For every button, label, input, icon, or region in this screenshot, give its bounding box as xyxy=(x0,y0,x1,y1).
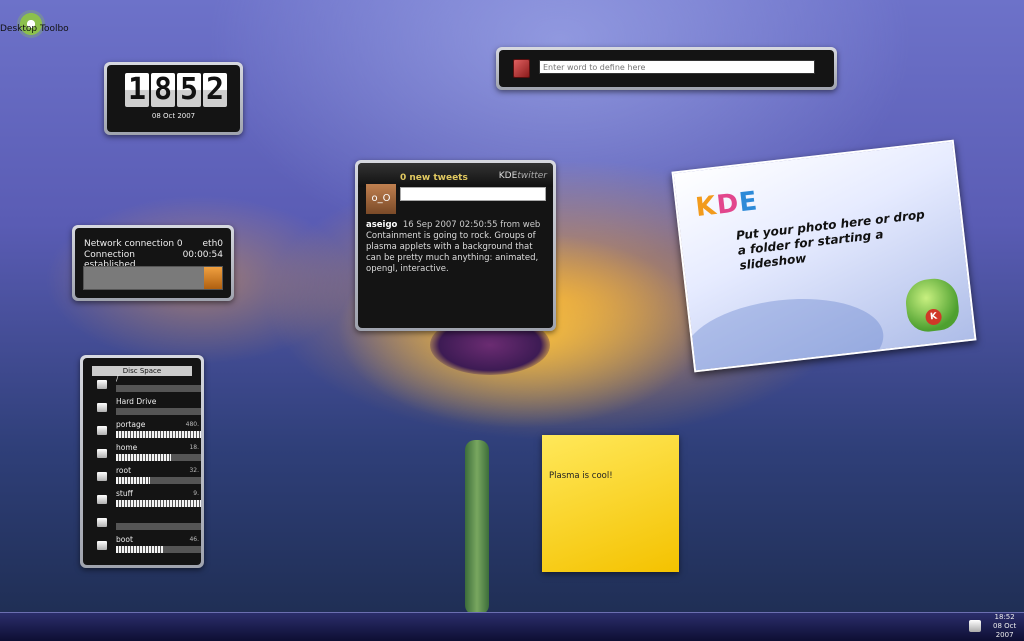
disc-item-name: home xyxy=(116,443,138,452)
disc-item-name: Hard Drive xyxy=(116,397,157,406)
disc-space-widget: Disc Space / Hard Drive portage 480. home 18.… xyxy=(80,355,204,568)
network-monitor-widget: Network connection 0 eth0 Connection est… xyxy=(72,225,234,301)
disc-usage-bar xyxy=(116,546,201,553)
disc-item-size: 18. xyxy=(189,444,199,451)
panel-clock[interactable]: 18:52 08 Oct 2007 xyxy=(993,613,1016,640)
clock-date: 08 Oct 2007 xyxy=(151,112,196,120)
disc-item-name: / xyxy=(116,374,119,383)
bottom-panel: 18:52 08 Oct 2007 xyxy=(0,612,1024,641)
drive-icon xyxy=(97,495,107,504)
flower-stem-decoration xyxy=(465,440,489,615)
picture-frame-widget[interactable]: KDE Put your photo here or drop a folder… xyxy=(671,139,977,373)
disc-item-name: portage xyxy=(116,420,146,429)
puzzle-decoration xyxy=(679,289,889,373)
tweet-text: Containment is going to rock. Groups of … xyxy=(366,231,539,274)
network-interface: eth0 xyxy=(202,239,224,249)
new-tweets-count: 0 new tweets xyxy=(400,173,468,183)
network-connection-label: Network connection 0 xyxy=(84,239,183,249)
disc-item-size: 46. xyxy=(189,536,199,543)
picture-frame-message: Put your photo here or drop a folder for… xyxy=(735,207,926,273)
disc-item[interactable]: / xyxy=(91,374,201,396)
drive-icon xyxy=(97,518,107,527)
twitter-widget: 0 new tweets KDEtwitter o_O aseigo 16 Se… xyxy=(355,160,556,331)
drive-icon xyxy=(97,380,107,389)
drive-icon xyxy=(97,541,107,550)
network-row-1: Network connection 0 eth0 xyxy=(84,239,223,249)
desktop-toolbox[interactable]: Desktop Toolbo xyxy=(0,0,70,50)
toolbox-label: Desktop Toolbo xyxy=(0,24,69,34)
panel-date-line2: 2007 xyxy=(995,631,1014,639)
disc-item[interactable]: portage 480. xyxy=(91,420,201,442)
drive-icon xyxy=(97,426,107,435)
disc-usage-bar xyxy=(116,523,201,530)
digital-clock-widget[interactable]: 1 8 5 2 08 Oct 2007 xyxy=(104,62,243,135)
disc-item-size: 9. xyxy=(193,490,199,497)
disc-item-name: boot xyxy=(116,535,133,544)
twitter-brand: KDEtwitter xyxy=(499,171,547,181)
tweet-input[interactable] xyxy=(400,187,546,201)
clock-digit: 2 xyxy=(203,73,227,107)
kde-logo-e: E xyxy=(737,186,760,219)
disc-item[interactable]: Hard Drive xyxy=(91,397,201,419)
disc-item-name: stuff xyxy=(116,489,133,498)
user-avatar: o_O xyxy=(366,184,396,214)
drive-icon xyxy=(97,449,107,458)
sticky-note-widget[interactable]: Plasma is cool! xyxy=(542,435,679,572)
clock-digit: 5 xyxy=(177,73,201,107)
disc-item-size: 480. xyxy=(185,421,199,428)
disc-item[interactable]: stuff 9. xyxy=(91,489,201,511)
dictionary-widget xyxy=(496,47,837,90)
kde-badge-icon: K xyxy=(924,308,943,326)
disc-usage-fill xyxy=(116,477,150,484)
disc-usage-fill xyxy=(116,546,163,553)
network-traffic-graph xyxy=(83,266,223,290)
tweet-post: aseigo 16 Sep 2007 02:50:55 from web Con… xyxy=(366,220,547,275)
disc-item-name: root xyxy=(116,466,132,475)
twitter-brand-twitter: twitter xyxy=(517,171,547,181)
disc-usage-fill xyxy=(116,500,201,507)
konqi-dragon-icon: K xyxy=(903,276,962,334)
disc-usage-fill xyxy=(116,431,201,438)
disc-item-size: 32. xyxy=(189,467,199,474)
disc-usage-bar xyxy=(116,408,201,415)
clock-digit: 8 xyxy=(151,73,175,107)
disc-usage-bar xyxy=(116,500,201,507)
disc-item[interactable]: root 32. xyxy=(91,466,201,488)
disc-item[interactable]: boot 46. xyxy=(91,535,201,557)
device-notifier-icon[interactable] xyxy=(969,620,981,632)
clock-digit: 1 xyxy=(125,73,149,107)
panel-date-line1: 08 Oct xyxy=(993,622,1017,630)
twitter-brand-kde: KDE xyxy=(498,171,518,181)
note-text[interactable]: Plasma is cool! xyxy=(549,471,613,481)
disc-usage-fill xyxy=(116,454,172,461)
kde-logo: KDE xyxy=(694,186,760,223)
disc-usage-bar xyxy=(116,477,201,484)
tweet-meta: 16 Sep 2007 02:50:55 from web xyxy=(402,220,541,230)
disc-item[interactable] xyxy=(91,512,201,534)
kde-logo-d: D xyxy=(715,188,741,221)
network-traffic-fill xyxy=(204,267,222,289)
drive-icon xyxy=(97,472,107,481)
dictionary-search-input[interactable] xyxy=(539,60,815,74)
panel-time: 18:52 xyxy=(994,613,1015,621)
tweet-user[interactable]: aseigo xyxy=(366,220,397,230)
clock-digits: 1 8 5 2 xyxy=(125,73,227,107)
disc-usage-bar xyxy=(116,454,201,461)
drive-icon xyxy=(97,403,107,412)
disc-usage-bar xyxy=(116,385,201,392)
disc-item[interactable]: home 18. xyxy=(91,443,201,465)
disc-usage-bar xyxy=(116,431,201,438)
dictionary-book-icon xyxy=(513,59,530,78)
